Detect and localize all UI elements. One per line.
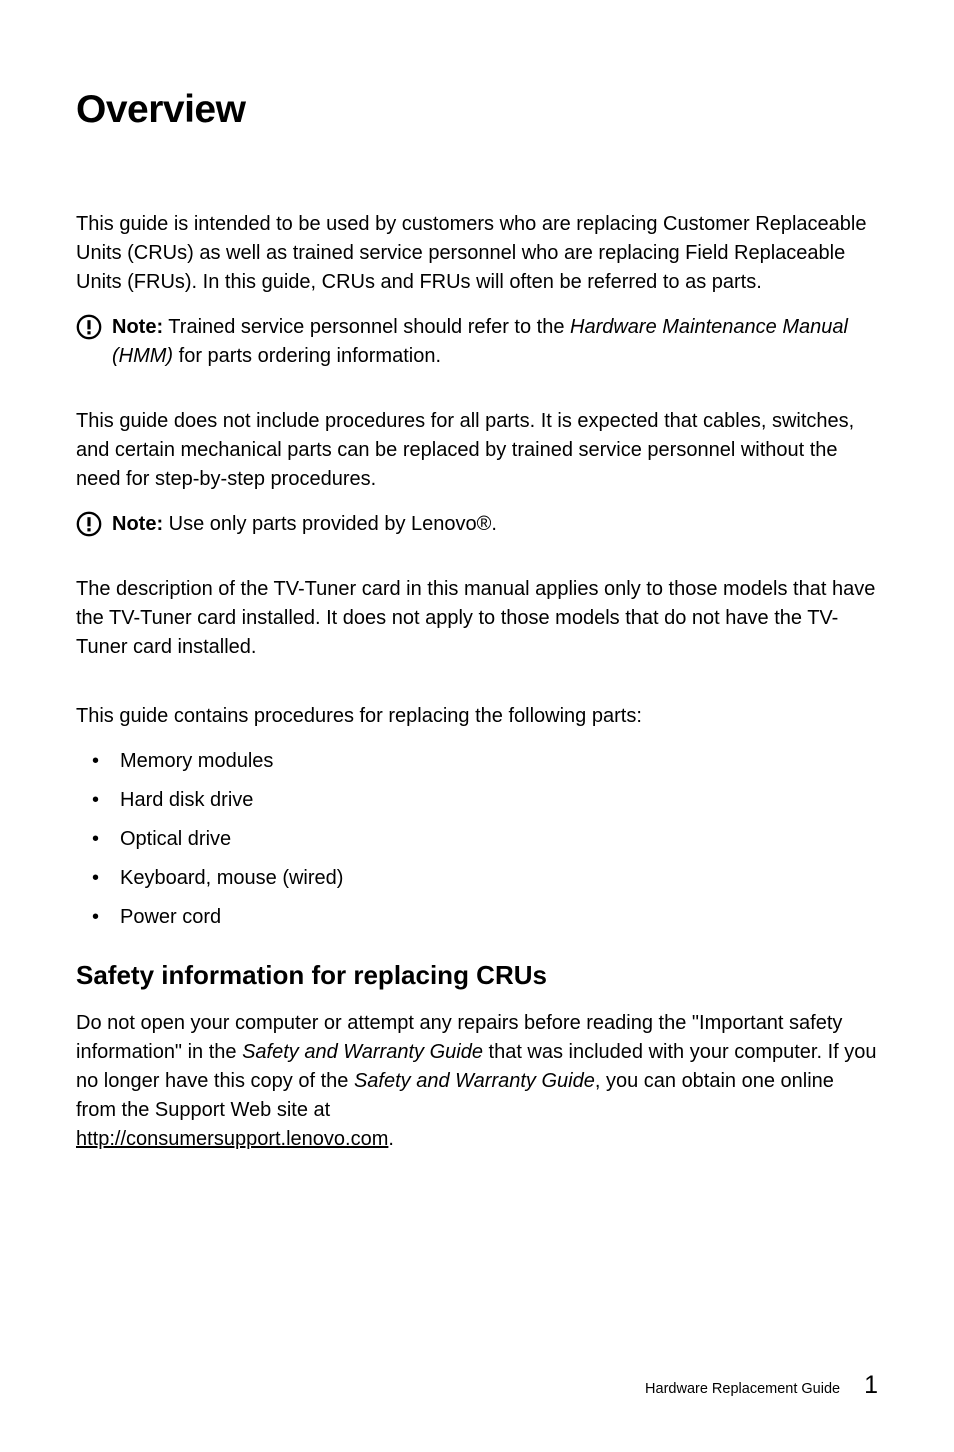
- alert-icon: [76, 511, 102, 537]
- alert-icon: [76, 314, 102, 340]
- intro-paragraph-1: This guide is intended to be used by cus…: [76, 210, 878, 297]
- note-block-1: Note: Trained service personnel should r…: [76, 313, 878, 371]
- text-part: .: [388, 1128, 394, 1150]
- note-text-1: Note: Trained service personnel should r…: [112, 313, 878, 371]
- italic-text: Safety and Warranty Guide: [354, 1070, 595, 1092]
- page-footer: Hardware Replacement Guide 1: [645, 1371, 878, 1400]
- note-label: Note:: [112, 513, 163, 535]
- note-text-part: Use only parts provided by Lenovo®.: [163, 513, 497, 535]
- list-item: Keyboard, mouse (wired): [76, 864, 878, 893]
- list-item: Optical drive: [76, 825, 878, 854]
- note-text-part: for parts ordering information.: [173, 345, 441, 367]
- page-title: Overview: [76, 88, 878, 132]
- safety-heading: Safety information for replacing CRUs: [76, 960, 878, 991]
- intro-paragraph-2: This guide does not include procedures f…: [76, 407, 878, 494]
- note-text-2: Note: Use only parts provided by Lenovo®…: [112, 510, 497, 539]
- list-item: Power cord: [76, 903, 878, 932]
- list-intro: This guide contains procedures for repla…: [76, 702, 878, 731]
- note-text-part: Trained service personnel should refer t…: [163, 316, 570, 338]
- page-number: 1: [864, 1371, 878, 1400]
- safety-paragraph: Do not open your computer or attempt any…: [76, 1009, 878, 1154]
- intro-paragraph-3: The description of the TV-Tuner card in …: [76, 575, 878, 662]
- support-link[interactable]: http://consumersupport.lenovo.com: [76, 1128, 388, 1150]
- parts-list: Memory modules Hard disk drive Optical d…: [76, 747, 878, 932]
- footer-title: Hardware Replacement Guide: [645, 1381, 840, 1397]
- note-block-2: Note: Use only parts provided by Lenovo®…: [76, 510, 878, 539]
- note-label: Note:: [112, 316, 163, 338]
- list-item: Memory modules: [76, 747, 878, 776]
- italic-text: Safety and Warranty Guide: [242, 1041, 483, 1063]
- list-item: Hard disk drive: [76, 786, 878, 815]
